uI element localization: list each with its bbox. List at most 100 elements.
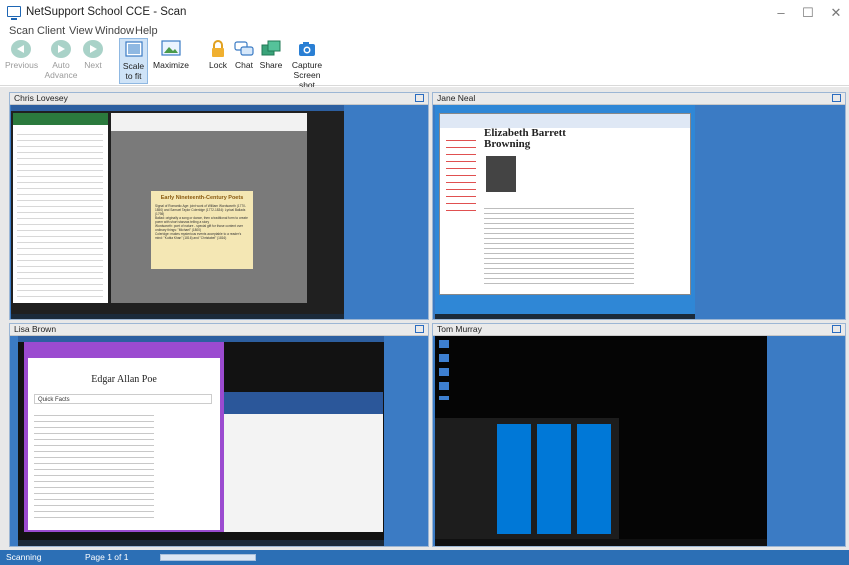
- minimize-button[interactable]: –: [768, 4, 794, 22]
- next-button[interactable]: Next: [80, 38, 106, 84]
- previous-button[interactable]: Previous: [5, 38, 39, 84]
- menu-client[interactable]: Client: [37, 25, 65, 37]
- previous-icon: [11, 40, 31, 58]
- lock-label: Lock: [209, 60, 227, 70]
- excel-window: [13, 113, 108, 303]
- maximize-button[interactable]: Maximize: [152, 38, 190, 84]
- slide-bullet: Wordsworth: poet of nature - special gif…: [155, 224, 243, 232]
- section-title: Quick Facts: [34, 394, 212, 404]
- next-label: Next: [84, 60, 102, 70]
- share-icon: [261, 40, 281, 56]
- maximize-icon: [161, 40, 181, 56]
- scale-to-fit-icon: [124, 41, 143, 57]
- slide-bullets: Signal of Romantic Age: joint work of Wi…: [155, 204, 249, 240]
- title-bar: NetSupport School CCE - Scan – ☐ ✕: [0, 0, 849, 26]
- share-label: Share: [259, 60, 283, 70]
- view-client-icon[interactable]: [832, 94, 841, 102]
- facts-list: [34, 410, 154, 520]
- previous-label: Previous: [5, 60, 39, 70]
- auto-advance-label-2: Advance: [44, 70, 78, 80]
- client-taskbar: [435, 539, 767, 546]
- auto-advance-label-1: Auto: [52, 60, 70, 70]
- status-bar: Scanning Page 1 of 1: [0, 550, 849, 565]
- browser-page: Edgar Allan Poe Quick Facts: [28, 358, 220, 530]
- client-pane-chris-lovesey[interactable]: Chris Lovesey Early Nineteenth-Century P…: [9, 92, 429, 320]
- client-pane-lisa-brown[interactable]: Lisa Brown Edgar Allan Poe Quick Facts: [9, 323, 429, 547]
- chat-button[interactable]: Chat: [232, 38, 256, 84]
- start-menu: [435, 418, 619, 540]
- spreadsheet-grid: [17, 129, 103, 299]
- client-name: Chris Lovesey: [14, 93, 68, 103]
- slide-title: Early Nineteenth-Century Poets: [160, 195, 244, 201]
- maximize-label: Maximize: [153, 60, 189, 70]
- browser-window: Elizabeth Barrett Browning: [439, 113, 691, 295]
- desktop-icons: [439, 340, 449, 400]
- browser-window: Edgar Allan Poe Quick Facts: [24, 342, 224, 532]
- menu-bar: Scan Client View Window Help: [0, 25, 849, 39]
- maximize-window-button[interactable]: ☐: [795, 4, 821, 22]
- page-heading: Elizabeth Barrett Browning: [484, 128, 566, 150]
- client-screen: Edgar Allan Poe Quick Facts: [18, 336, 384, 546]
- page-scrollbar[interactable]: [160, 554, 256, 561]
- lock-icon: [212, 40, 224, 57]
- toolbar: Previous Auto Advance Next Scale to fit …: [0, 38, 849, 90]
- chat-label: Chat: [235, 60, 253, 70]
- browser-toolbar: [440, 114, 690, 128]
- pane-header: Tom Murray: [433, 324, 845, 336]
- word-window: [223, 392, 383, 532]
- capture-screenshot-button[interactable]: Capture Screen shot: [285, 38, 329, 90]
- slide: Early Nineteenth-Century Poets Signal of…: [151, 191, 253, 269]
- monitor-icon: [7, 6, 21, 20]
- word-ribbon: [223, 392, 383, 414]
- client-name: Lisa Brown: [14, 324, 57, 334]
- pane-header: Chris Lovesey: [10, 93, 428, 105]
- scale-label-1: Scale: [122, 61, 145, 71]
- client-pane-jane-neal[interactable]: Jane Neal Elizabeth Barrett Browning: [432, 92, 846, 320]
- auto-advance-icon: [51, 40, 71, 58]
- slide-bullet: Coleridge: makes mysterious events accep…: [155, 232, 242, 240]
- sidebar-links: [446, 134, 476, 214]
- share-button[interactable]: Share: [258, 38, 284, 84]
- window-title: NetSupport School CCE - Scan: [26, 6, 187, 18]
- client-taskbar: [11, 314, 344, 319]
- view-client-icon[interactable]: [832, 325, 841, 333]
- client-pane-tom-murray[interactable]: Tom Murray: [432, 323, 846, 547]
- menu-help[interactable]: Help: [135, 25, 158, 37]
- client-screen: Elizabeth Barrett Browning: [435, 105, 695, 319]
- window-titlebar: [11, 105, 344, 111]
- auto-advance-button[interactable]: Auto Advance: [44, 38, 78, 84]
- article-text: [484, 204, 634, 284]
- ppt-ribbon: [111, 113, 307, 131]
- view-client-icon[interactable]: [415, 94, 424, 102]
- menu-window[interactable]: Window: [95, 25, 134, 37]
- view-client-icon[interactable]: [415, 325, 424, 333]
- client-screen: [435, 336, 767, 546]
- menu-scan[interactable]: Scan: [9, 25, 34, 37]
- next-icon: [83, 40, 103, 58]
- page-heading-line-2: Browning: [484, 138, 531, 150]
- pane-header: Jane Neal: [433, 93, 845, 105]
- powerpoint-window: Early Nineteenth-Century Poets Signal of…: [111, 113, 307, 303]
- status-text: Scanning: [6, 552, 42, 562]
- client-name: Jane Neal: [437, 93, 476, 103]
- camera-icon: [299, 42, 315, 56]
- scale-to-fit-button[interactable]: Scale to fit: [119, 38, 148, 84]
- client-screen: Early Nineteenth-Century Poets Signal of…: [11, 105, 344, 319]
- live-tiles: [497, 424, 611, 534]
- page-heading: Edgar Allan Poe: [91, 374, 157, 385]
- menu-view[interactable]: View: [69, 25, 93, 37]
- excel-ribbon: [13, 113, 108, 125]
- scale-label-2: to fit: [125, 71, 142, 81]
- close-button[interactable]: ✕: [823, 4, 849, 22]
- capture-label-1: Capture: [291, 60, 323, 70]
- pane-header: Lisa Brown: [10, 324, 428, 336]
- chat-icon: [234, 41, 254, 56]
- client-taskbar: [435, 314, 695, 319]
- slide-bullet: Ballad: originally a song or dance, then…: [155, 216, 248, 224]
- client-grid: Chris Lovesey Early Nineteenth-Century P…: [0, 87, 849, 550]
- slide-bullet: Signal of Romantic Age: joint work of Wi…: [155, 204, 246, 216]
- page-indicator: Page 1 of 1: [85, 552, 129, 562]
- client-taskbar: [18, 540, 384, 546]
- lock-button[interactable]: Lock: [207, 38, 229, 84]
- portrait-image: [486, 156, 516, 192]
